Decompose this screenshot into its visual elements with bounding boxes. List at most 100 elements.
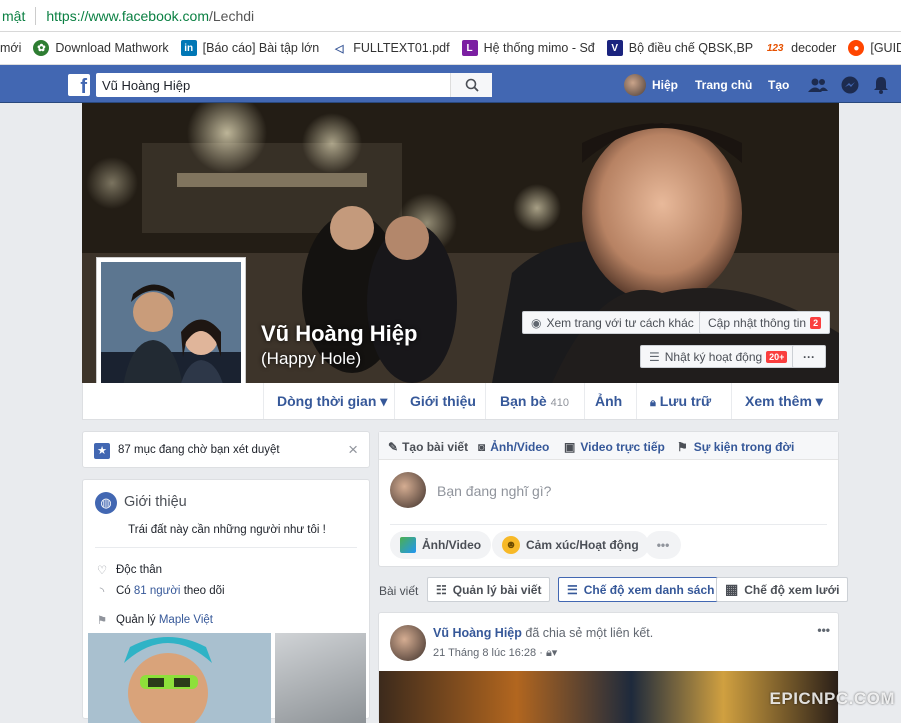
tab-timeline-label: Dòng thời gian ▾ (277, 393, 388, 409)
composer-more-button[interactable]: ••• (645, 531, 681, 559)
manage-posts-button[interactable]: ☷ Quản lý bài viết (427, 577, 551, 602)
tab-about-label: Giới thiệu (410, 393, 476, 409)
reddit-icon: ● (848, 40, 865, 56)
security-indicator[interactable]: mật (0, 8, 25, 24)
friends-icon (808, 78, 828, 92)
close-icon[interactable]: × (348, 440, 358, 460)
tab-friends-label: Bạn bè (500, 393, 547, 409)
messenger-button[interactable] (840, 75, 860, 95)
profile-name[interactable]: Vũ Hoàng Hiệp (261, 321, 417, 347)
feeling-activity-label: Cảm xúc/Hoạt động (526, 538, 639, 552)
rss-icon: ◝ (99, 586, 105, 598)
manage-prefix: Quản lý (116, 614, 156, 626)
intro-photo-1[interactable] (88, 633, 271, 723)
search-input[interactable] (96, 73, 456, 97)
tab-more[interactable]: Xem thêm ▾ (745, 383, 823, 419)
update-info-label: Cập nhật thông tin (708, 315, 807, 330)
filter-icon: ☷ (436, 582, 447, 597)
relationship-text: Độc thân (116, 564, 163, 576)
friend-requests-button[interactable] (808, 75, 828, 95)
composer-tab-photo-label: Ảnh/Video (490, 440, 550, 454)
post-author[interactable]: Vũ Hoàng Hiệp (433, 626, 522, 640)
bookmark-item[interactable]: ● [GUIDE] A (848, 40, 901, 56)
intro-title: Giới thiệu (124, 494, 187, 510)
notifications-button[interactable] (871, 75, 891, 95)
post-composer: ✎ Tạo bài viết ◙ Ảnh/Video ▣ Video trực tiế… (378, 431, 839, 567)
messenger-icon (841, 76, 859, 94)
tab-photos-label: Ảnh (595, 393, 623, 409)
relationship-row: ♡ Độc thân (95, 563, 162, 577)
activity-log-button[interactable]: ☰ Nhật ký hoạt động 20+ (640, 345, 797, 368)
v-logo-icon: V (606, 40, 623, 56)
post-options-icon[interactable]: ••• (817, 623, 830, 637)
composer-tab-event-label: Sự kiện trong đời (693, 440, 795, 454)
lock-icon[interactable]: 🔒︎▾ (546, 647, 557, 659)
bookmark-item[interactable]: L Hệ thống mimo - Sđ (461, 40, 595, 56)
list-view-button[interactable]: ☰ Chế độ xem danh sách (558, 577, 724, 602)
composer-tab-post[interactable]: ✎ Tạo bài viết (388, 440, 468, 454)
bookmark-label: [Báo cáo] Bài tập lớn (202, 41, 320, 55)
url-text[interactable]: https://www.facebook.com/Lechdi (46, 8, 254, 24)
manage-page-row: ⚑ Quản lý Maple Việt (95, 613, 213, 627)
bookmark-item[interactable]: ◁ FULLTEXT01.pdf (331, 40, 450, 56)
profile-nav-link[interactable]: Hiệp (624, 73, 678, 97)
bookmarks-bar: mới ✿ Download Mathwork in [Báo cáo] Bài t… (0, 32, 901, 65)
photo-video-button[interactable]: Ảnh/Video (390, 531, 492, 559)
search-icon (465, 78, 479, 92)
bookmark-label: decoder (791, 41, 837, 55)
post-meta: 21 Tháng 8 lúc 16:28 · 🔒︎▾ (433, 646, 557, 660)
post-timestamp[interactable]: 21 Tháng 8 lúc 16:28 · (433, 647, 543, 659)
tab-divider (394, 383, 395, 419)
diva-icon: ◁ (335, 42, 344, 55)
home-nav-label: Trang chủ (695, 78, 753, 92)
camera-icon: ◙ (478, 440, 486, 454)
cover-more-button[interactable]: ··· (792, 345, 826, 368)
avatar[interactable] (390, 625, 426, 661)
list-view-label: Chế độ xem danh sách (583, 582, 715, 597)
flag-icon: ⚑ (96, 615, 108, 627)
bookmark-item[interactable]: ✿ Download Mathwork (33, 40, 169, 56)
tab-timeline[interactable]: Dòng thời gian ▾ (277, 383, 387, 419)
tab-photos[interactable]: Ảnh (595, 383, 622, 419)
pencil-icon: ✎ (388, 440, 399, 454)
url-host: www.facebook.com (88, 7, 209, 24)
linkedin-icon: in (180, 40, 197, 56)
bookmark-item[interactable]: in [Báo cáo] Bài tập lớn (180, 40, 320, 56)
pending-review-notice[interactable]: ★ 87 mục đang chờ bạn xét duyệt × (82, 431, 370, 468)
bookmark-item[interactable]: V Bộ điều chế QBSK,BP (606, 40, 753, 56)
friends-count: 410 (550, 397, 569, 409)
activity-log-label: Nhật ký hoạt động (664, 349, 763, 364)
view-as-button[interactable]: ◉ Xem trang với tư cách khác (522, 311, 703, 334)
grid-view-button[interactable]: ▦ Chế độ xem lưới (716, 577, 849, 602)
update-info-button[interactable]: Cập nhật thông tin 2 (699, 311, 831, 334)
purple-l-icon: L (461, 40, 478, 56)
video-icon: ▣ (564, 440, 576, 454)
home-nav-link[interactable]: Trang chủ (695, 73, 752, 97)
feeling-activity-button[interactable]: ☻ Cảm xúc/Hoạt động (492, 531, 649, 559)
pending-review-text: 87 mục đang chờ bạn xét duyệt (118, 444, 280, 456)
followers-suffix: theo dõi (183, 585, 225, 597)
search-button[interactable] (450, 73, 492, 97)
composer-tab-event[interactable]: ⚑ Sự kiện trong đời (677, 440, 794, 454)
tab-friends[interactable]: Bạn bè 410 (500, 383, 569, 419)
tab-archive[interactable]: 🔒︎ Lưu trữ (650, 383, 711, 419)
bookmark-item[interactable]: mới (0, 41, 21, 55)
facebook-logo-icon[interactable]: f (68, 74, 90, 96)
tab-about[interactable]: Giới thiệu (410, 383, 476, 419)
grid-view-label: Chế độ xem lưới (744, 582, 840, 597)
browser-address-bar[interactable]: mật https://www.facebook.com/Lechdi (0, 0, 901, 32)
composer-tab-photo[interactable]: ◙ Ảnh/Video (478, 440, 549, 454)
bookmark-item[interactable]: 123 decoder (765, 40, 837, 56)
composer-input[interactable]: Bạn đang nghĩ gì? (437, 483, 551, 499)
create-nav-link[interactable]: Tạo (768, 73, 789, 97)
followers-link[interactable]: 81 người (134, 585, 181, 597)
composer-tab-live[interactable]: ▣ Video trực tiếp (564, 440, 665, 454)
profile-tabs: Dòng thời gian ▾ Giới thiệu Bạn bè 410 Ả… (82, 383, 839, 420)
post-header: Vũ Hoàng Hiệp đã chia sẻ một liên kết. (433, 626, 653, 640)
intro-photo-2[interactable] (275, 633, 366, 723)
intro-bio: Trái đất này cần những người như tôi ! (128, 524, 326, 536)
manage-page-link[interactable]: Maple Việt (159, 614, 213, 626)
globe-icon: ◍ (95, 492, 117, 514)
more-icon: ••• (656, 538, 670, 552)
tab-divider (485, 383, 486, 419)
